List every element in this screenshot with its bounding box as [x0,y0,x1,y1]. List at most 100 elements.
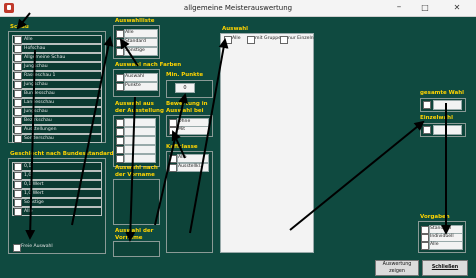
schau-item-label: Sonderschau [24,136,54,141]
vorgaben-item-label: Alle [430,242,439,247]
bewertung-item-label: Ohne [178,119,191,124]
vorgaben-checkbox[interactable] [421,234,429,242]
schau-item[interactable]: Jungschau [12,80,102,89]
geschlecht-item[interactable]: 0,1 Wert [12,180,102,189]
einzelwahl-input[interactable] [433,125,462,135]
vorgaben-checkbox[interactable] [421,242,429,250]
geschlecht-item[interactable]: 0,1 [12,162,102,171]
close-button[interactable]: ✕ [446,0,468,16]
schau-item-label: Jungschau [24,64,48,69]
schau-item-label: Bezirkschau [24,118,52,123]
ausstellung-item[interactable] [124,154,156,163]
schau-item-label: Ausstellungen [24,127,57,132]
schliessen-button[interactable]: Schließen [422,260,468,276]
auswahlliste-item-label: Sonstige [125,48,145,53]
schau-item[interactable]: Alle [12,35,102,44]
schau-checkbox[interactable] [14,81,22,89]
schau-item[interactable]: Landesschau [12,98,102,107]
bewertung-checkbox[interactable] [169,119,177,127]
geschlecht-checkbox[interactable] [14,181,22,189]
kafiklasse-checkbox[interactable] [169,155,177,163]
geschlecht-item-label: Sonstige [24,200,44,205]
geschlecht-checkbox[interactable] [14,172,22,180]
geschlecht-checkbox[interactable] [14,199,22,207]
auswahl-bei2-label: Auswahl der Vorname [115,228,154,241]
schau-item[interactable]: Sonderschau [12,134,102,143]
schau-item-label: Alle [24,37,33,42]
einzelwahl-checkbox[interactable] [423,126,431,134]
schau-item[interactable]: Ausstellungen [12,125,102,134]
freie-auswahl-checkbox[interactable] [13,244,21,252]
auswahl-tab-checkbox[interactable] [280,36,288,44]
auswahlliste-checkbox[interactable] [116,48,124,56]
geschlecht-item[interactable]: 1,0 [12,171,102,180]
schau-item-label: Landesschau [24,100,54,105]
schau-checkbox[interactable] [14,108,22,116]
schau-item[interactable]: Jungschau [12,107,102,116]
farbe-checkbox[interactable] [116,83,124,91]
ausstellung-item[interactable] [124,145,156,154]
geschlecht-checkbox[interactable] [14,163,22,171]
schau-checkbox[interactable] [14,45,22,53]
geschlecht-checkbox[interactable] [14,208,22,216]
ausstellung-checkbox[interactable] [116,137,124,145]
kafiklasse-checkbox[interactable] [169,164,177,172]
ausstellung-item[interactable] [124,118,156,127]
schau-item-label: Rasseschau 1 [24,73,56,78]
ausstellung-item[interactable] [124,127,156,136]
schau-checkbox[interactable] [14,126,22,134]
schau-checkbox[interactable] [14,90,22,98]
geschlecht-item-label: Alle [24,209,33,214]
ausstellung-checkbox[interactable] [116,155,124,163]
bewertung-checkbox[interactable] [169,127,177,135]
schau-item[interactable]: Bundesschau [12,89,102,98]
schau-item-label: Allgemeine Schau [24,55,66,60]
schau-item[interactable]: Bezirkschau [12,116,102,125]
ausstellung-checkbox[interactable] [116,128,124,136]
farbe-checkbox[interactable] [116,74,124,82]
minimize-button[interactable]: – [388,0,410,16]
vorgaben-checkbox[interactable] [421,226,429,234]
ausstellung-item[interactable] [124,136,156,145]
schau-item[interactable]: Hofschau [12,44,102,53]
freie-auswahl-label: Freie Auswahl [21,244,53,249]
ausstellung-label: Auswahl aus der Ausstellung [115,101,164,114]
schau-item[interactable]: Jungschau [12,62,102,71]
kafiklasse-item-label: Ausstellkl. [178,164,202,169]
auswahl-bei-label: Auswahl nach der Vorname [115,165,158,178]
auswahl-tab-checkbox[interactable] [247,36,255,44]
geschlecht-item[interactable]: Sonstige [12,198,102,207]
geschlecht-checkbox[interactable] [14,190,22,198]
auswahl-tab-label: Alle [232,36,241,41]
auswertung-button[interactable]: Auswertung zeigen [375,260,419,276]
auswahlliste-checkbox[interactable] [116,30,124,38]
geschlecht-item[interactable]: Alle [12,207,102,216]
schau-item-label: Hofschau [24,46,46,51]
ausstellung-checkbox[interactable] [116,146,124,154]
schau-checkbox[interactable] [14,72,22,80]
ausstellung-checkbox[interactable] [116,119,124,127]
schau-checkbox[interactable] [14,63,22,71]
min-punkte-input[interactable]: 0 [175,83,195,93]
auswahl-list[interactable] [220,33,314,253]
gesamt-wahl-input[interactable] [433,100,462,110]
maximize-button[interactable]: □ [414,0,436,16]
kafiklasse-label: Kafiklasse [166,144,198,150]
schau-checkbox[interactable] [14,36,22,44]
geschlecht-item[interactable]: 1,0 Wert [12,189,102,198]
auswahl-tab-checkbox[interactable] [224,36,232,44]
vorgaben-item-label: Individuell [430,234,454,239]
auswahlliste-checkbox[interactable] [116,39,124,47]
gesamt-wahl-checkbox[interactable] [423,101,431,109]
schau-checkbox[interactable] [14,135,22,143]
bewertung-item-label: Mit [178,127,186,132]
farbe-item-label: Punkte [125,83,141,88]
auswahlliste-item-label: Standard [125,39,146,44]
schau-checkbox[interactable] [14,54,22,62]
schau-item[interactable]: Allgemeine Schau [12,53,102,62]
schau-checkbox[interactable] [14,99,22,107]
auswahl-bei2-group [113,241,160,257]
schau-item[interactable]: Rasseschau 1 [12,71,102,80]
schau-checkbox[interactable] [14,117,22,125]
bewertung-label: Bewertung in Auswahl bei [166,101,208,114]
